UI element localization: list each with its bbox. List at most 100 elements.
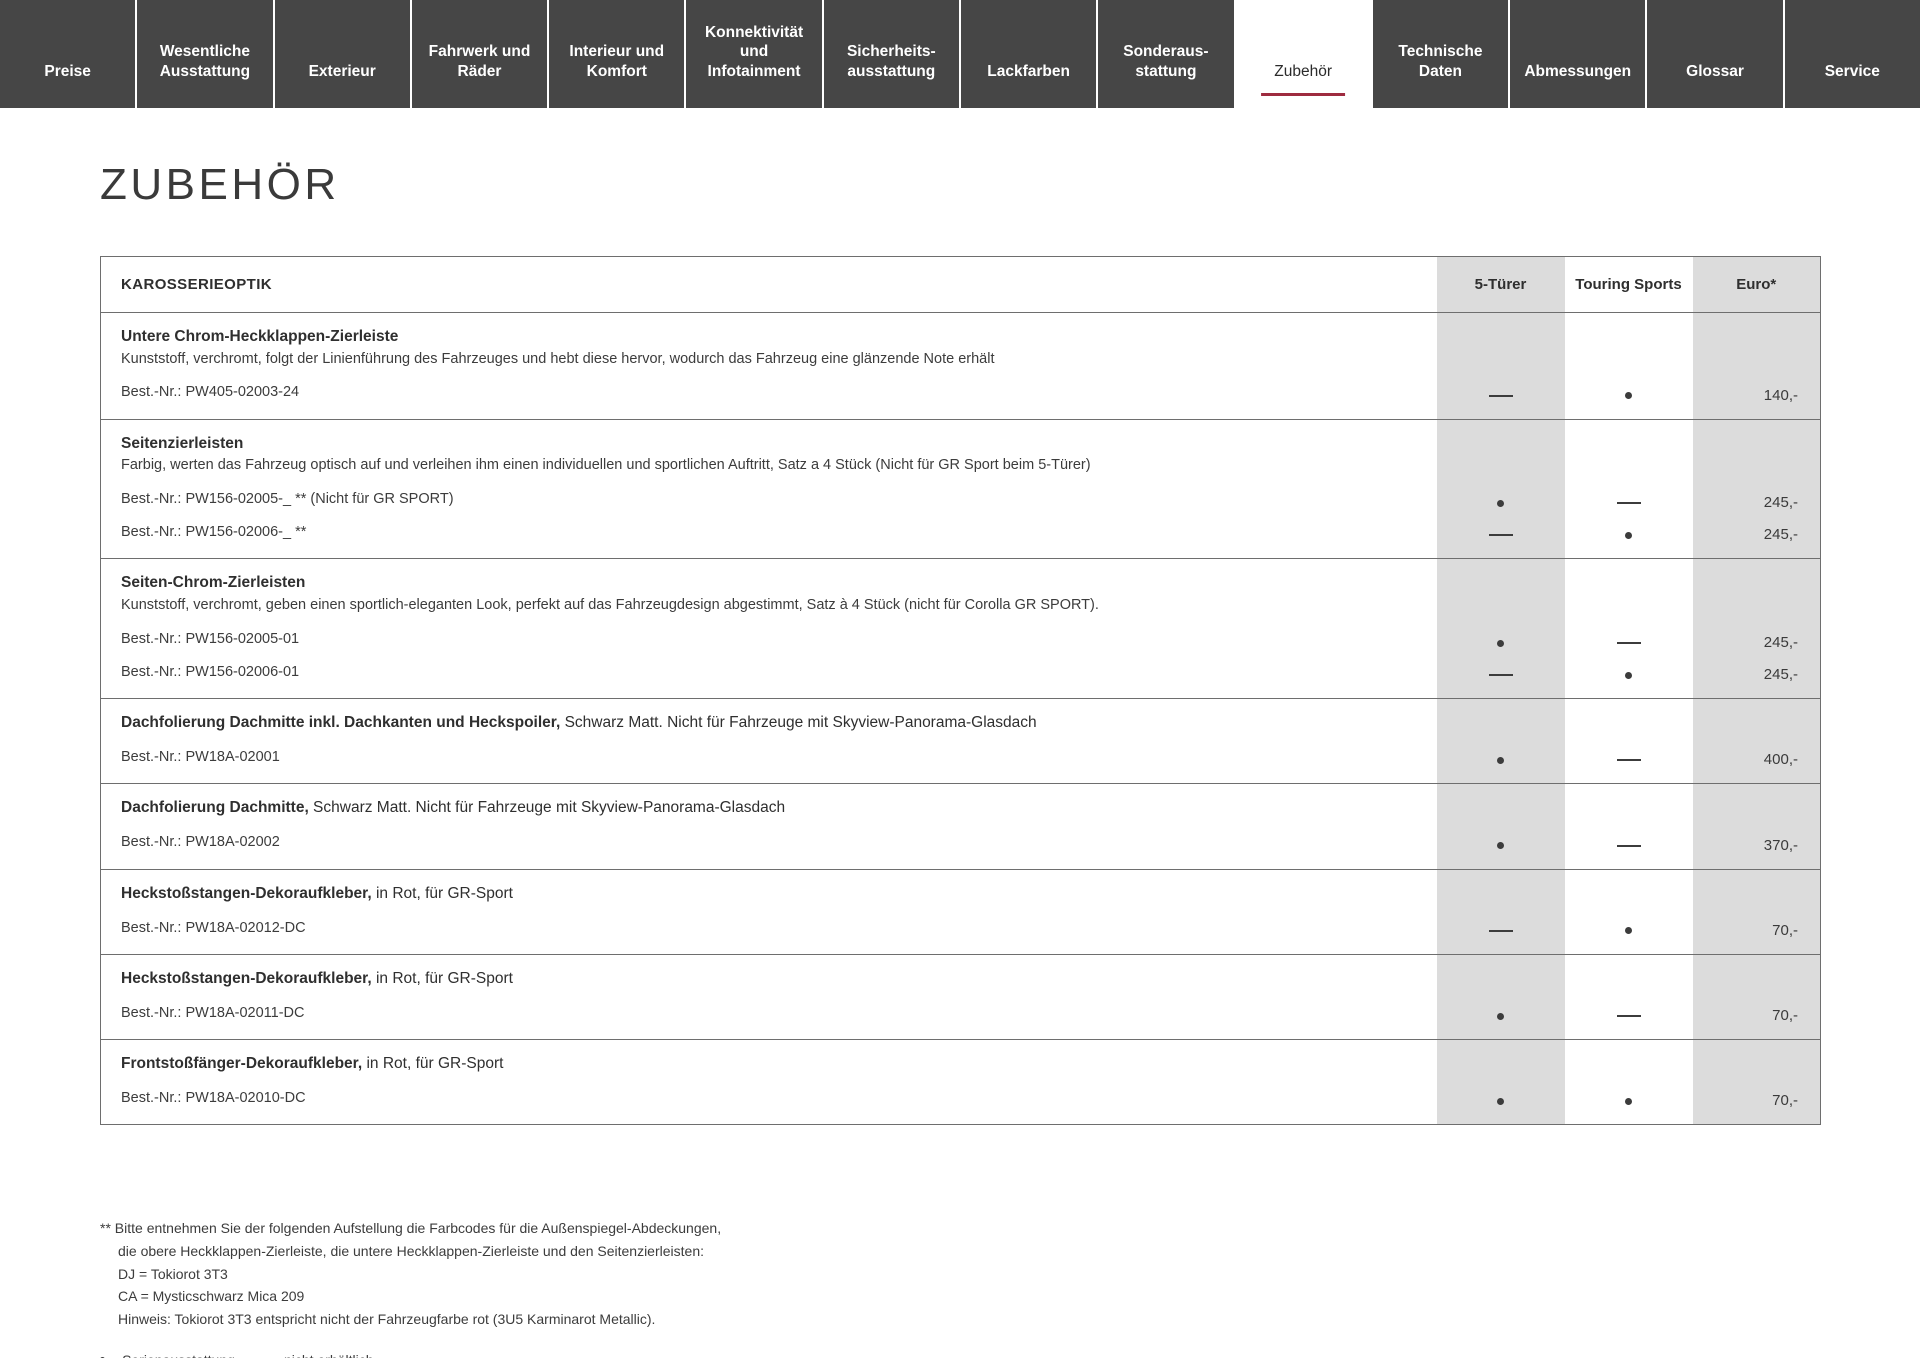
availability-touring-sports-cell xyxy=(1564,419,1693,559)
table-header: KAROSSERIEOPTIK 5-Türer Touring Sports E… xyxy=(100,256,1821,313)
unavailable-dash-icon xyxy=(1617,494,1641,512)
table-row: Heckstoßstangen-Dekoraufkleber, in Rot, … xyxy=(100,869,1821,955)
accessory-order-number: Best.-Nr.: PW156-02005-01 xyxy=(121,630,300,647)
accessory-description-cell: Untere Chrom-Heckklappen-Zierleiste Kunst… xyxy=(100,312,1437,420)
table-row: Seitenzierleisten Farbig, werten das Fahr… xyxy=(100,419,1821,559)
table-row: Frontstoßfänger-Dekoraufkleber, in Rot, … xyxy=(100,1039,1821,1125)
price-value: 245,- xyxy=(1763,526,1798,544)
table-row: Untere Chrom-Heckklappen-Zierleiste Kunst… xyxy=(100,312,1821,420)
nav-tab-label: Service xyxy=(1824,63,1880,81)
availability-5tuerer-cell xyxy=(1436,558,1565,699)
price-value: 70,- xyxy=(1772,1092,1798,1110)
available-dot-icon xyxy=(1497,1007,1504,1025)
availability-touring-sports-cell xyxy=(1564,783,1693,870)
accessory-description-cell: Seitenzierleisten Farbig, werten das Fahr… xyxy=(100,419,1437,559)
availability-touring-sports-cell xyxy=(1564,954,1693,1040)
available-dot-icon xyxy=(1625,1092,1632,1110)
nav-tab-service[interactable]: Service xyxy=(1784,0,1920,108)
price-value: 400,- xyxy=(1763,751,1798,769)
accessory-title-regular: in Rot, für GR-Sport xyxy=(371,969,513,987)
unavailable-dash-icon xyxy=(1617,1007,1641,1025)
unavailable-dash-icon xyxy=(1617,751,1641,769)
price-cell: 245,- 245,- xyxy=(1692,558,1821,699)
nav-tab-label: Glossar xyxy=(1686,63,1744,81)
accessory-description-cell: Heckstoßstangen-Dekoraufkleber, in Rot, … xyxy=(100,869,1437,955)
available-dot-icon xyxy=(1497,751,1504,769)
active-tab-underline xyxy=(1261,93,1346,96)
table-body: Untere Chrom-Heckklappen-Zierleiste Kunst… xyxy=(100,312,1821,1125)
availability-5tuerer-cell xyxy=(1436,419,1565,559)
footnote-colorcode-dj: DJ = Tokiorot 3T3 xyxy=(118,1265,228,1282)
unavailable-dash-icon xyxy=(1489,922,1513,940)
column-header-5tuerer: 5-Türer xyxy=(1436,256,1565,313)
nav-tab-technische-daten[interactable]: Technische Daten xyxy=(1372,0,1511,108)
price-cell: 70,- xyxy=(1692,954,1821,1040)
availability-touring-sports-cell xyxy=(1564,869,1693,955)
accessory-title: Heckstoßstangen-Dekoraufkleber, in Rot, … xyxy=(121,969,1417,990)
nav-tab-label: Konnektivität und Infotainment xyxy=(704,23,804,81)
page-content: ZUBEHÖR KAROSSERIEOPTIK 5-Türer Touring … xyxy=(0,160,1920,1358)
price-cell: 70,- xyxy=(1692,869,1821,955)
nav-tab-abmessungen[interactable]: Abmessungen xyxy=(1510,0,1648,108)
price-cell: 245,- 245,- xyxy=(1692,419,1821,559)
accessory-title: Seitenzierleisten xyxy=(121,434,1417,455)
accessory-title-bold: Frontstoßfänger-Dekoraufkleber, xyxy=(121,1055,363,1073)
price-value: 70,- xyxy=(1772,1007,1798,1025)
nav-tab-fahrwerk-und-räder[interactable]: Fahrwerk und Räder xyxy=(411,0,550,108)
available-dot-icon xyxy=(1625,526,1632,544)
accessory-description-cell: Dachfolierung Dachmitte inkl. Dachkanten… xyxy=(100,698,1437,784)
accessory-title-bold: Heckstoßstangen-Dekoraufkleber, xyxy=(121,969,372,987)
price-cell: 400,- xyxy=(1692,698,1821,784)
nav-tab-label: Exterieur xyxy=(308,63,376,81)
nav-tab-label: Sicherheits- ausstattung xyxy=(846,43,936,81)
footnote-colorcode-hinweis: Hinweis: Tokiorot 3T3 entspricht nicht d… xyxy=(118,1310,656,1327)
nav-tab-zubehör[interactable]: Zubehör xyxy=(1235,0,1373,108)
available-dot-icon xyxy=(1625,387,1632,405)
accessory-description-cell: Heckstoßstangen-Dekoraufkleber, in Rot, … xyxy=(100,954,1437,1040)
accessory-description-cell: Dachfolierung Dachmitte, Schwarz Matt. N… xyxy=(100,783,1437,870)
unavailable-dash-icon xyxy=(1489,666,1513,684)
nav-tab-preise[interactable]: Preise xyxy=(0,0,138,108)
accessory-title-bold: Seiten-Chrom-Zierleisten xyxy=(121,574,306,592)
availability-5tuerer-cell xyxy=(1436,1039,1565,1125)
price-cell: 140,- xyxy=(1692,312,1821,420)
nav-tab-interieur-und-komfort[interactable]: Interieur und Komfort xyxy=(549,0,687,108)
accessory-title-bold: Dachfolierung Dachmitte, xyxy=(121,799,309,817)
nav-tab-exterieur[interactable]: Exterieur xyxy=(274,0,412,108)
accessory-order-number: Best.-Nr.: PW156-02005-_ ** (Nicht für G… xyxy=(121,490,454,507)
accessory-order-number: Best.-Nr.: PW18A-02001 xyxy=(121,749,280,766)
accessory-subtitle: Kunststoff, verchromt, folgt der Linienf… xyxy=(121,350,995,367)
accessory-order-number: Best.-Nr.: PW18A-02011-DC xyxy=(121,1004,305,1021)
available-dot-icon xyxy=(1497,494,1504,512)
nav-tab-label: Technische Daten xyxy=(1398,43,1483,81)
footnote-colorcode-ca: CA = Mysticschwarz Mica 209 xyxy=(118,1288,305,1305)
nav-tab-label: Sonderaus- stattung xyxy=(1123,43,1209,81)
column-header-euro: Euro* xyxy=(1692,256,1821,313)
nav-tab-glossar[interactable]: Glossar xyxy=(1647,0,1785,108)
available-dot-icon xyxy=(1497,1092,1504,1110)
availability-touring-sports-cell xyxy=(1564,698,1693,784)
main-navigation: Preise Wesentliche Ausstattung Exterieur Fa… xyxy=(0,0,1920,108)
accessory-order-number: Best.-Nr.: PW405-02003-24 xyxy=(121,384,300,401)
availability-5tuerer-cell xyxy=(1436,783,1565,870)
nav-tab-konnektivität-und-infotainment[interactable]: Konnektivität und Infotainment xyxy=(686,0,824,108)
nav-tab-label: Wesentliche Ausstattung xyxy=(159,43,251,81)
available-dot-icon xyxy=(1497,837,1504,855)
price-value: 245,- xyxy=(1763,634,1798,652)
price-value: 245,- xyxy=(1763,494,1798,512)
nav-tab-sonderaus-stattung[interactable]: Sonderaus- stattung xyxy=(1098,0,1236,108)
nav-tab-wesentliche-ausstattung[interactable]: Wesentliche Ausstattung xyxy=(137,0,275,108)
accessory-title-bold: Seitenzierleisten xyxy=(121,434,244,452)
nav-tab-sicherheits-ausstattung[interactable]: Sicherheits- ausstattung xyxy=(823,0,961,108)
footnotes: ** Bitte entnehmen Sie der folgenden Auf… xyxy=(100,1217,1820,1358)
nav-tab-lackfarben[interactable]: Lackfarben xyxy=(960,0,1099,108)
table-row: Seiten-Chrom-Zierleisten Kunststoff, verc… xyxy=(100,558,1821,699)
accessory-subtitle: Farbig, werten das Fahrzeug optisch auf … xyxy=(121,457,1091,474)
accessory-title-regular: Schwarz Matt. Nicht für Fahrzeuge mit Sk… xyxy=(308,799,786,817)
availability-touring-sports-cell xyxy=(1564,312,1693,420)
price-cell: 70,- xyxy=(1692,1039,1821,1125)
availability-touring-sports-cell xyxy=(1564,1039,1693,1125)
accessory-description-cell: Seiten-Chrom-Zierleisten Kunststoff, verc… xyxy=(100,558,1437,699)
nav-tab-label: Zubehör xyxy=(1274,63,1333,81)
accessory-title-bold: Heckstoßstangen-Dekoraufkleber, xyxy=(121,884,372,902)
